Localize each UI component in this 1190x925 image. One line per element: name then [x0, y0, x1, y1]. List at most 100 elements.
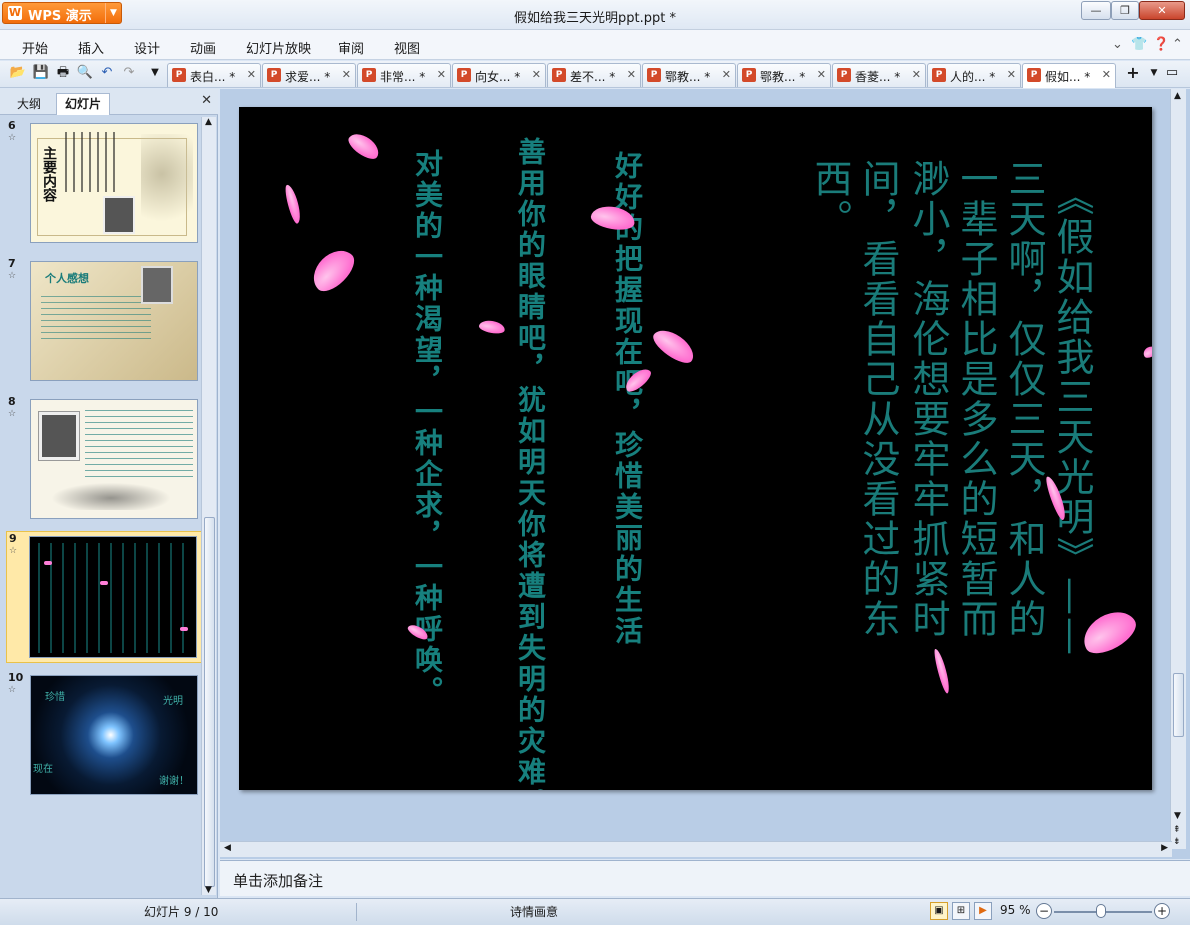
animation-star-icon: ☆ [8, 409, 17, 419]
doc-tab-active[interactable]: P 假如... * ✕ [1022, 63, 1116, 88]
menu-slideshow[interactable]: 幻灯片放映 [246, 38, 311, 57]
quick-toolbar: 📂 💾 🖶 🔍 ↶ ↷ ▼ P 表白... * ✕ P 求爱... * ✕ P 非常...… [0, 61, 1190, 88]
doc-tab[interactable]: P 香菱... * ✕ [832, 63, 926, 87]
skin-icon[interactable]: 👕 [1131, 37, 1147, 52]
slide-text-col[interactable]: 西。 [803, 159, 858, 239]
close-panel-icon[interactable]: ✕ [201, 93, 212, 108]
slides-panel: 大纲 幻灯片 ✕ 6 ☆ 主要内容 7 ☆ 个人感想 8 ☆ 9 ☆ 10 ☆ … [0, 89, 218, 898]
slide-thumbnail[interactable]: 7 ☆ 个人感想 [6, 257, 202, 385]
slide-text-col[interactable]: 渺小，海伦想要牢牢抓紧时 [901, 159, 956, 639]
notes-pane[interactable]: 单击添加备注 [220, 860, 1190, 896]
thumbnails-scrollbar[interactable]: ▲ ▼ [201, 117, 216, 895]
slide-text-col[interactable]: 对美的一种渴望，一种企求，一种呼唤。 [407, 149, 447, 707]
slide-10-label: 珍惜 [45, 692, 65, 703]
ppt-file-icon: P [932, 68, 946, 82]
help-icon[interactable]: ❓ [1153, 37, 1169, 52]
slide-text-col[interactable]: 善用你的眼睛吧，犹如明天你将遭到失明的灾难。 [510, 137, 550, 790]
doc-tab[interactable]: P 鄂教... * ✕ [642, 63, 736, 87]
scrollbar-thumb[interactable] [204, 517, 215, 887]
slide-thumbnail-selected[interactable]: 9 ☆ [6, 531, 202, 663]
undo-icon[interactable]: ↶ [98, 64, 116, 82]
canvas-horizontal-scrollbar[interactable]: ◀ ▶ [220, 841, 1172, 857]
scroll-down-icon[interactable]: ▼ [205, 885, 212, 895]
print-icon[interactable]: 🖶 [54, 64, 72, 82]
status-bar: 幻灯片 9 / 10 诗情画意 ▣ ⊞ ▶ 95 % − + [0, 898, 1190, 925]
close-tab-icon[interactable]: ✕ [532, 68, 541, 81]
slide-7-preview: 个人感想 [30, 261, 198, 381]
doc-tab[interactable]: P 非常... * ✕ [357, 63, 451, 87]
menu-animation[interactable]: 动画 [190, 38, 216, 57]
slide-thumbnail[interactable]: 8 ☆ [6, 395, 202, 523]
scroll-up-icon[interactable]: ▲ [205, 117, 212, 127]
slide-text-col[interactable]: 《假如给我三天光明》—— [1045, 177, 1100, 657]
close-tab-icon[interactable]: ✕ [1102, 68, 1111, 81]
prev-slide-icon[interactable]: ⇞ [1173, 825, 1181, 835]
close-window-button[interactable]: ✕ [1139, 1, 1185, 20]
menu-home[interactable]: 开始 [22, 38, 48, 57]
slide-text-col[interactable]: 三天啊，仅仅三天，和人的 [997, 159, 1052, 639]
zoom-out-button[interactable]: − [1036, 903, 1052, 919]
slide-text-col[interactable]: 间，看看自己从没看过的东 [851, 159, 906, 639]
doc-tab[interactable]: P 差不... * ✕ [547, 63, 641, 87]
slideshow-icon[interactable]: ▶ [974, 902, 992, 920]
ppt-file-icon: P [742, 68, 756, 82]
ppt-file-icon: P [1027, 68, 1041, 82]
scroll-right-icon[interactable]: ▶ [1161, 843, 1168, 853]
redo-icon[interactable]: ↷ [120, 64, 138, 82]
pin-icon[interactable]: ⌃ [1172, 37, 1183, 52]
slide-text-col[interactable]: 一辈子相比是多么的短暂而 [949, 159, 1004, 639]
notes-placeholder[interactable]: 单击添加备注 [233, 870, 323, 891]
scrollbar-thumb[interactable] [1173, 673, 1184, 737]
doc-tab[interactable]: P 人的... * ✕ [927, 63, 1021, 87]
tab-outline[interactable]: 大纲 [8, 93, 50, 115]
slide-sorter-icon[interactable]: ⊞ [952, 902, 970, 920]
menu-design[interactable]: 设计 [134, 38, 160, 57]
close-tab-icon[interactable]: ✕ [817, 68, 826, 81]
menu-view[interactable]: 视图 [394, 38, 420, 57]
animation-star-icon: ☆ [8, 133, 17, 143]
menu-insert[interactable]: 插入 [78, 38, 104, 57]
close-tab-icon[interactable]: ✕ [437, 68, 446, 81]
close-tab-icon[interactable]: ✕ [247, 68, 256, 81]
toolbar-more-icon[interactable]: ▼ [146, 64, 164, 82]
petal-decoration [478, 318, 506, 336]
normal-view-icon[interactable]: ▣ [930, 902, 948, 920]
scroll-left-icon[interactable]: ◀ [224, 843, 231, 853]
close-tab-icon[interactable]: ✕ [912, 68, 921, 81]
slide-6-title: 主要内容 [41, 146, 57, 202]
zoom-in-button[interactable]: + [1154, 903, 1170, 919]
ribbon-collapse-icon[interactable]: ⌄ [1112, 37, 1123, 52]
slide-thumbnail[interactable]: 6 ☆ 主要内容 [6, 119, 202, 247]
window-title: 假如给我三天光明ppt.ppt * [514, 11, 676, 26]
doc-tab[interactable]: P 表白... * ✕ [167, 63, 261, 87]
window-layout-icon[interactable]: ▭ [1163, 64, 1181, 82]
zoom-slider-handle[interactable] [1096, 904, 1106, 918]
current-slide[interactable]: 对美的一种渴望，一种企求，一种呼唤。 善用你的眼睛吧，犹如明天你将遭到失明的灾难… [239, 107, 1152, 790]
tab-list-icon[interactable]: ▼ [1145, 64, 1163, 82]
print-preview-icon[interactable]: 🔍 [76, 64, 94, 82]
doc-tab[interactable]: P 向女... * ✕ [452, 63, 546, 87]
scroll-down-icon[interactable]: ▼ [1174, 811, 1181, 821]
open-folder-icon[interactable]: 📂 [9, 64, 27, 82]
minimize-button[interactable]: — [1081, 1, 1111, 20]
animation-star-icon: ☆ [9, 546, 18, 556]
slide-thumbnail[interactable]: 10 ☆ 珍惜 光明 现在 谢谢！ [6, 671, 202, 799]
close-tab-icon[interactable]: ✕ [722, 68, 731, 81]
canvas-vertical-scrollbar[interactable]: ▲ ▼ ⇞ ⇟ [1170, 89, 1186, 849]
animation-star-icon: ☆ [8, 685, 17, 695]
next-slide-icon[interactable]: ⇟ [1173, 837, 1181, 847]
new-tab-icon[interactable]: + [1124, 64, 1142, 82]
tab-slides[interactable]: 幻灯片 [56, 93, 111, 115]
scroll-up-icon[interactable]: ▲ [1174, 91, 1181, 101]
doc-tab[interactable]: P 求爱... * ✕ [262, 63, 356, 87]
close-tab-icon[interactable]: ✕ [342, 68, 351, 81]
slide-10-preview: 珍惜 光明 现在 谢谢！ [30, 675, 198, 795]
menu-review[interactable]: 审阅 [338, 38, 364, 57]
close-tab-icon[interactable]: ✕ [1007, 68, 1016, 81]
maximize-button[interactable]: ❐ [1111, 1, 1139, 20]
save-icon[interactable]: 💾 [32, 64, 50, 82]
close-tab-icon[interactable]: ✕ [627, 68, 636, 81]
slide-10-label: 光明 [163, 696, 183, 707]
slide-8-preview [30, 399, 198, 519]
doc-tab[interactable]: P 鄂教... * ✕ [737, 63, 831, 87]
